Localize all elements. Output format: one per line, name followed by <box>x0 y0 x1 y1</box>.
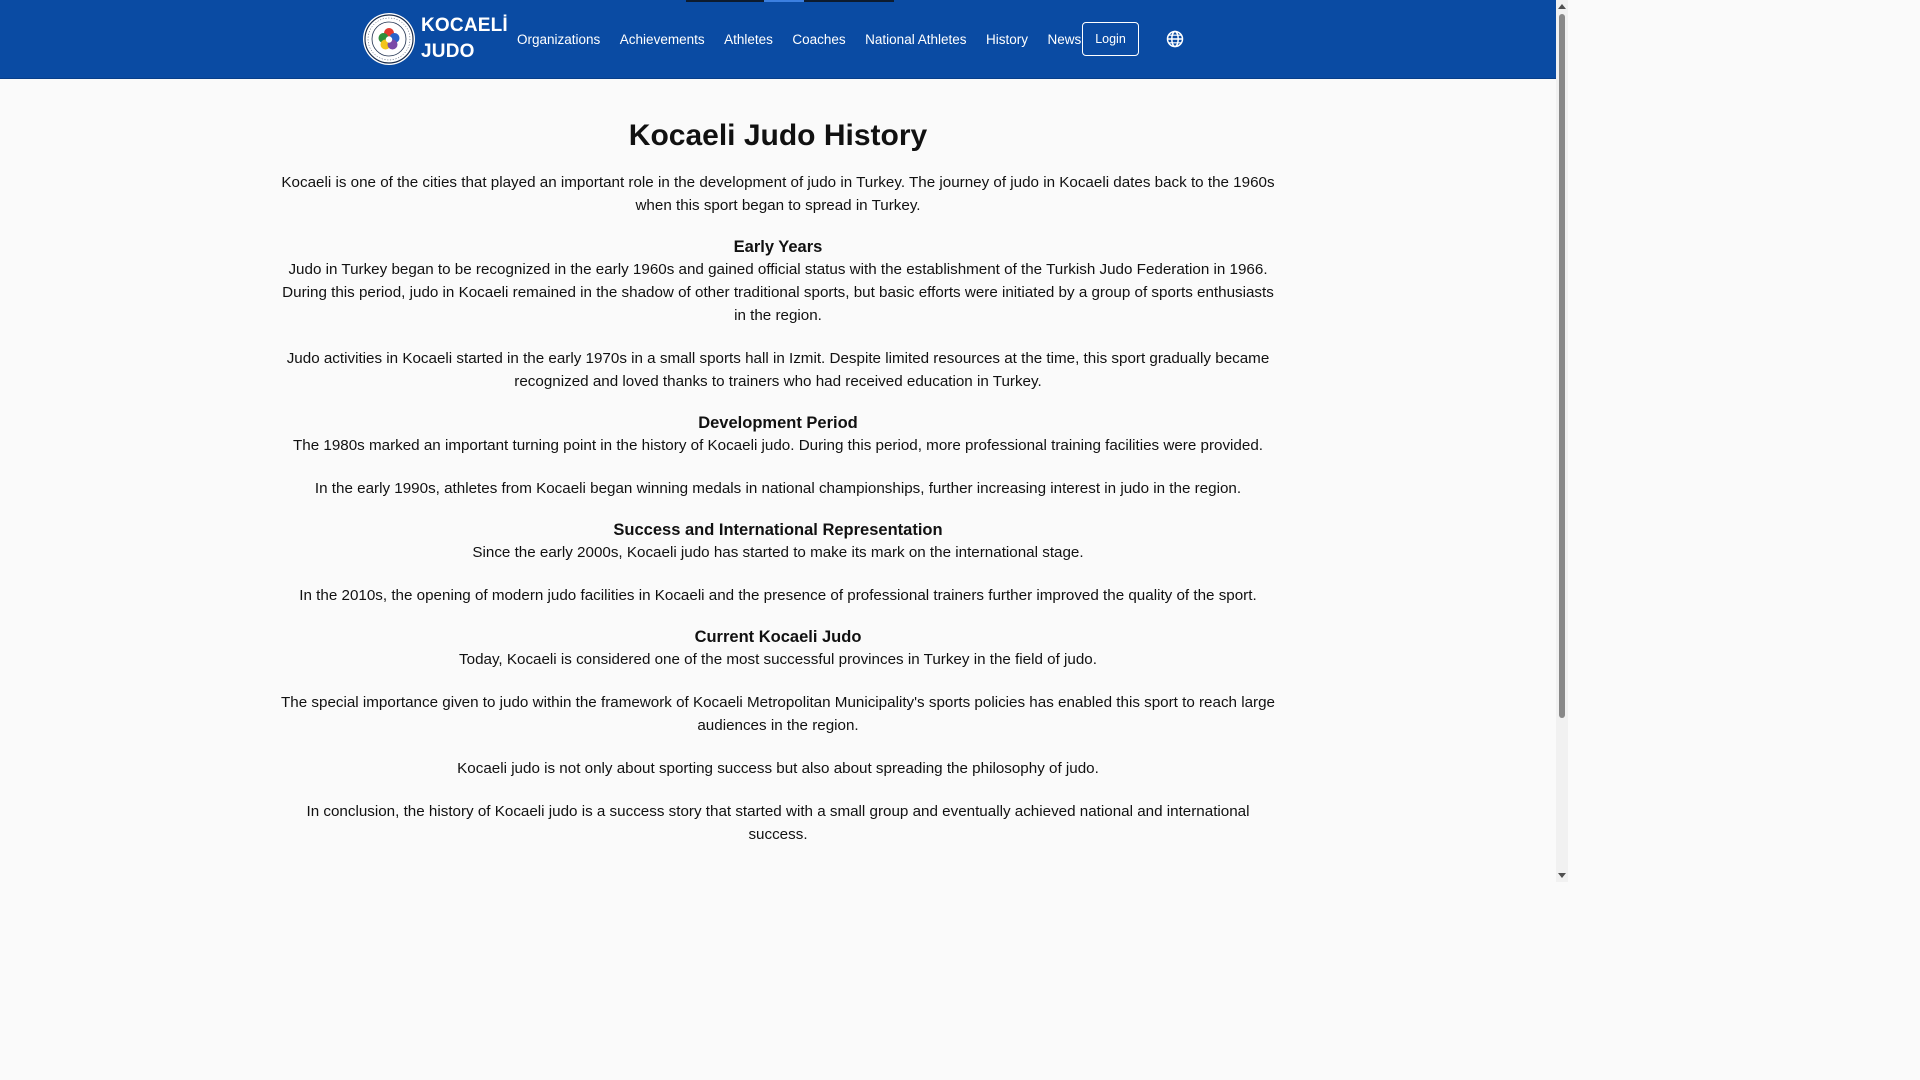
section-paragraph: Judo in Turkey began to be recognized in… <box>282 261 1274 324</box>
section-paragraph: The special importance given to judo wit… <box>281 694 1275 734</box>
section-paragraph: In the 2010s, the opening of modern judo… <box>299 587 1257 604</box>
scroll-up-arrow-icon[interactable] <box>1556 0 1568 12</box>
nav-link-athletes[interactable]: Athletes <box>724 32 773 47</box>
nav-links: Organizations Achievements Athletes Coac… <box>517 0 1101 78</box>
main-content: Kocaeli Judo History Kocaeli is one of t… <box>278 96 1278 846</box>
nav-link-news[interactable]: News <box>1048 32 1082 47</box>
scroll-down-arrow-icon[interactable] <box>1556 870 1568 882</box>
section-paragraph: Since the early 2000s, Kocaeli judo has … <box>472 544 1084 561</box>
section-heading-success-international: Success and International Representation <box>613 521 943 539</box>
section-paragraph: In conclusion, the history of Kocaeli ju… <box>306 803 1250 843</box>
section-paragraph: Today, Kocaeli is considered one of the … <box>459 651 1097 668</box>
nav-link-national-athletes[interactable]: National Athletes <box>865 32 966 47</box>
section-heading-early-years: Early Years <box>733 238 823 256</box>
section-paragraph: Kocaeli judo is not only about sporting … <box>457 760 1099 777</box>
international-judo-federation-logo-icon <box>363 13 415 65</box>
section-heading-current-kocaeli-judo: Current Kocaeli Judo <box>694 628 862 646</box>
nav-link-achievements[interactable]: Achievements <box>620 32 705 47</box>
globe-icon[interactable] <box>1165 29 1185 49</box>
intro-paragraph: Kocaeli is one of the cities that played… <box>281 174 1275 214</box>
nav-link-coaches[interactable]: Coaches <box>792 32 845 47</box>
section-heading-development-period: Development Period <box>698 414 858 432</box>
login-button[interactable]: Login <box>1082 22 1139 56</box>
nav-link-organizations[interactable]: Organizations <box>517 32 600 47</box>
section-paragraph: Judo activities in Kocaeli started in th… <box>286 350 1270 390</box>
brand[interactable]: KOCAELİ JUDO <box>363 13 508 65</box>
brand-line-2: JUDO <box>421 41 475 62</box>
nav-link-history[interactable]: History <box>986 32 1028 47</box>
top-navbar: KOCAELİ JUDO Organizations Achievements … <box>0 0 1556 79</box>
brand-line-1: KOCAELİ <box>421 15 508 36</box>
brand-name: KOCAELİ JUDO <box>421 13 508 65</box>
scrollbar-thumb[interactable] <box>1559 14 1565 718</box>
page-title: Kocaeli Judo History <box>628 119 928 152</box>
vertical-scrollbar[interactable] <box>1556 0 1568 882</box>
section-paragraph: In the early 1990s, athletes from Kocael… <box>314 480 1242 497</box>
section-paragraph: The 1980s marked an important turning po… <box>293 437 1263 454</box>
